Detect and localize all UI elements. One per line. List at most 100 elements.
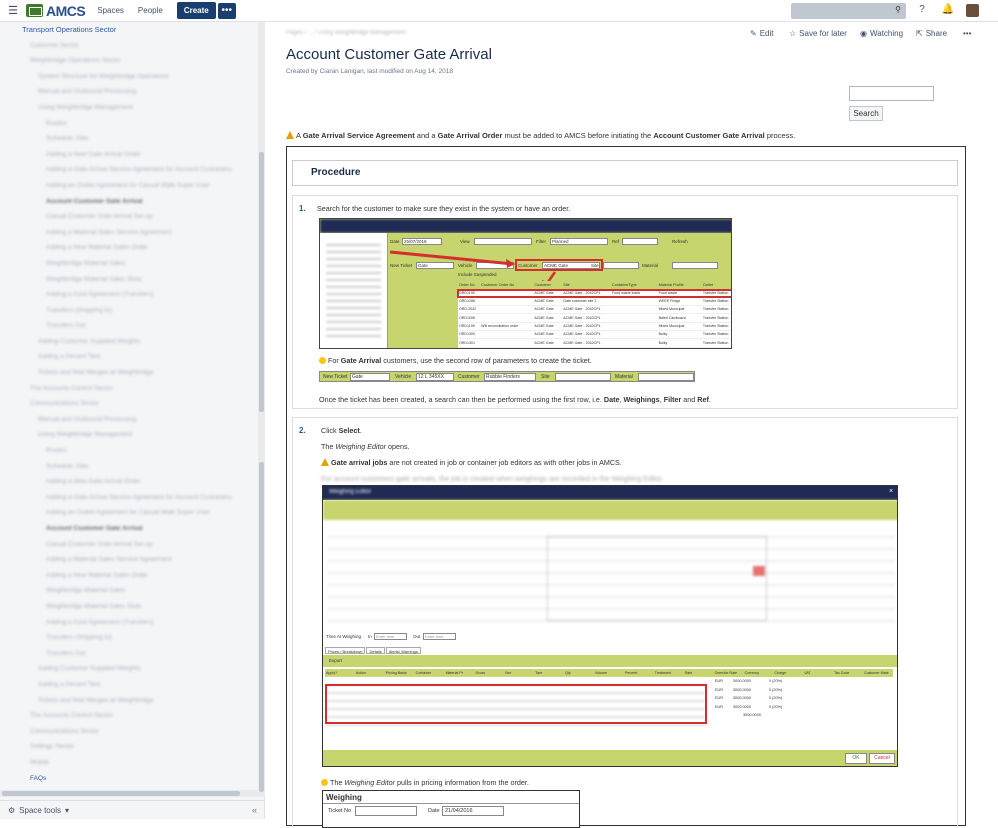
tree-item[interactable]: Tickets and Mail Merges at Weighbridge bbox=[0, 365, 258, 381]
s3-price-cell: EUR bbox=[715, 687, 724, 692]
menu-icon[interactable]: ☰ bbox=[0, 0, 26, 22]
weighing-editor-screenshot: Weighing Editor × Time At Weighing In En… bbox=[322, 485, 898, 767]
s1-table-cell: ORD1286 bbox=[459, 298, 475, 303]
share-label: Share bbox=[925, 29, 948, 38]
s1-table-cell: ACME Gate bbox=[534, 324, 554, 329]
tree-item[interactable]: Account Customer Gate Arrival bbox=[0, 194, 258, 210]
tree-item[interactable]: Adding a New Gate Arrival Order bbox=[0, 474, 258, 490]
tree-item[interactable]: Weighbridge Material Sales bbox=[0, 256, 258, 272]
tree-item[interactable]: Adding a Cost Agreement (Transfers) bbox=[0, 615, 258, 631]
sidebar-horizontal-scrollbar[interactable] bbox=[0, 790, 258, 797]
tree-item[interactable]: Transfers (Shipping to) bbox=[0, 303, 258, 319]
tree-item[interactable]: System Structure for Weighbridge Operati… bbox=[0, 69, 258, 85]
tree-item[interactable]: Adding a Decant Tare bbox=[0, 677, 258, 693]
nav-people[interactable]: People bbox=[138, 6, 163, 15]
tree-item[interactable]: Mobile bbox=[0, 755, 258, 771]
tree-item[interactable]: Weighbridge Material Sales Slots bbox=[0, 599, 258, 615]
s1-table-row: ORD1286 ACME Gate Gate customer site 2 WEEE… bbox=[458, 297, 731, 306]
tree-item[interactable]: Using Weighbridge Management bbox=[0, 427, 258, 443]
tree-item[interactable]: Adding a Gate Arrival Service Agreement … bbox=[0, 162, 258, 178]
tree-item[interactable]: Adding a Gate Arrival Service Agreement … bbox=[0, 490, 258, 506]
s3-column-header: Percent bbox=[624, 670, 638, 675]
tree-item[interactable]: Adding Customer Supplied Weights bbox=[0, 661, 258, 677]
tree-item[interactable]: Transfers (Shipping to) bbox=[0, 630, 258, 646]
s1-column-header: Customer Order No bbox=[481, 282, 515, 287]
step-1-row: 1. Search for the customer to make sure … bbox=[292, 195, 958, 409]
tree-item[interactable]: Schedule Jobs bbox=[0, 131, 258, 147]
lightbulb-icon bbox=[319, 357, 326, 364]
tree-item[interactable]: Adding an Outlet Agreement for Casual Wa… bbox=[0, 178, 258, 194]
tree-item[interactable]: Adding a New Gate Arrival Order bbox=[0, 147, 258, 163]
notifications-icon[interactable]: 🔔 bbox=[941, 4, 955, 18]
tree-item[interactable]: Adding a Cost Agreement (Transfers) bbox=[0, 287, 258, 303]
s2-site-label: Site bbox=[541, 374, 550, 380]
tree-item[interactable]: Using Weighbridge Management bbox=[0, 100, 258, 116]
share-button[interactable]: ⇱ Share bbox=[916, 29, 947, 38]
tree-item[interactable]: Adding Customer Supplied Weights bbox=[0, 334, 258, 350]
s3-column-header: Currency bbox=[744, 670, 760, 675]
weighing-editor-tab: Details bbox=[366, 647, 385, 654]
s1-table-cell bbox=[480, 339, 533, 346]
tree-item[interactable]: Schedule Jobs bbox=[0, 459, 258, 475]
breadcrumb[interactable]: Pages / ... / Using Weighbridge Manageme… bbox=[286, 30, 405, 36]
tree-item[interactable]: Adding a New Material Sales Order bbox=[0, 568, 258, 584]
space-tools[interactable]: ⚙ Space tools ▾ « bbox=[0, 800, 265, 819]
tree-item[interactable]: Adding a Decant Tare bbox=[0, 349, 258, 365]
s3-column-header: Qty bbox=[565, 670, 571, 675]
s3-price-cell: EUR bbox=[715, 704, 724, 709]
share-icon: ⇱ bbox=[916, 29, 923, 38]
s3-column-header: Override Rate bbox=[714, 670, 737, 675]
weighing-panel-screenshot: Weighing Ticket No Date 21/04/2016 bbox=[322, 790, 580, 828]
tree-item[interactable]: The Accounts Control Sector bbox=[0, 381, 258, 397]
watching-button[interactable]: ◉ Watching bbox=[860, 29, 903, 38]
save-for-later-button[interactable]: ☆ Save for later bbox=[789, 29, 847, 38]
create-button[interactable]: Create bbox=[176, 2, 216, 19]
avatar[interactable] bbox=[966, 4, 979, 17]
tree-item[interactable]: Adding an Outlet Agreement for Casual Wa… bbox=[0, 505, 258, 521]
tree-item[interactable]: Communications Sector bbox=[0, 724, 258, 740]
edit-button[interactable]: ✎ Edit bbox=[750, 29, 774, 38]
nav-spaces[interactable]: Spaces bbox=[97, 6, 124, 15]
tree-item[interactable]: Manual and Outbound Processing bbox=[0, 412, 258, 428]
sidebar-scrollbar[interactable] bbox=[258, 22, 265, 797]
tree-item[interactable]: FAQs bbox=[0, 771, 258, 787]
tree-item[interactable]: Casual Customer Gate Arrival Set up bbox=[0, 209, 258, 225]
tree-item[interactable]: Customer Sector bbox=[0, 38, 258, 54]
amcs-logo[interactable]: AMCS bbox=[26, 3, 86, 19]
s1-table-cell: ACME Gate - 2042CP1 bbox=[563, 315, 601, 320]
close-icon: × bbox=[889, 488, 894, 495]
tree-item[interactable]: Account Customer Gate Arrival bbox=[0, 521, 258, 537]
more-actions-button[interactable]: ••• bbox=[963, 29, 971, 38]
page-search-button[interactable]: Search bbox=[849, 106, 883, 121]
s1-table-row: ORD-2042 ACME Gate ACME Gate - 2042CP1 Mixe… bbox=[458, 306, 731, 315]
tree-item[interactable]: Weighbridge Material Sales bbox=[0, 583, 258, 599]
tree-item[interactable]: Weighbridge Operations Sector bbox=[0, 53, 258, 69]
tree-item[interactable]: Settings Sector bbox=[0, 739, 258, 755]
s1-table-cell: ACME Gate bbox=[534, 332, 554, 337]
tree-item[interactable]: The Accounts Control Sector bbox=[0, 708, 258, 724]
tree-item[interactable]: Manual and Outbound Processing bbox=[0, 84, 258, 100]
tree-item[interactable]: Adding a Material Sales Service Agreemen… bbox=[0, 225, 258, 241]
tree-item[interactable]: Adding a Material Sales Service Agreemen… bbox=[0, 552, 258, 568]
create-more-button[interactable]: ••• bbox=[217, 2, 236, 19]
help-icon[interactable]: ? bbox=[915, 4, 929, 18]
tree-item[interactable]: Tickets and Mail Merges at Weighbridge bbox=[0, 693, 258, 709]
collapse-sidebar-icon[interactable]: « bbox=[252, 805, 257, 815]
tree-item[interactable]: Weighbridge Material Sales Slots bbox=[0, 272, 258, 288]
tree-item[interactable]: Adding a New Material Sales Order bbox=[0, 240, 258, 256]
s1-table-cell: Baled Cardboard bbox=[658, 315, 686, 320]
tree-item[interactable]: Communications Sector bbox=[0, 396, 258, 412]
s1-table-cell bbox=[480, 331, 533, 338]
tree-item[interactable]: Casual Customer Gate Arrival Set up bbox=[0, 537, 258, 553]
tree-item-transport-operations[interactable]: Transport Operations Sector bbox=[0, 22, 258, 38]
tree-item[interactable]: Routes bbox=[0, 443, 258, 459]
tree-item[interactable]: Routes bbox=[0, 116, 258, 132]
page-title: Account Customer Gate Arrival bbox=[286, 46, 492, 63]
global-search-input[interactable]: ⚲ bbox=[791, 3, 906, 19]
chevron-down-icon: ▾ bbox=[64, 805, 69, 815]
s1-column-header: Material Profile bbox=[658, 282, 684, 287]
tree-item[interactable]: Transfers Out bbox=[0, 646, 258, 662]
page-search-input[interactable] bbox=[849, 86, 934, 101]
tree-item[interactable]: Transfers Out bbox=[0, 318, 258, 334]
s1-column-header: Outlet bbox=[702, 282, 714, 287]
